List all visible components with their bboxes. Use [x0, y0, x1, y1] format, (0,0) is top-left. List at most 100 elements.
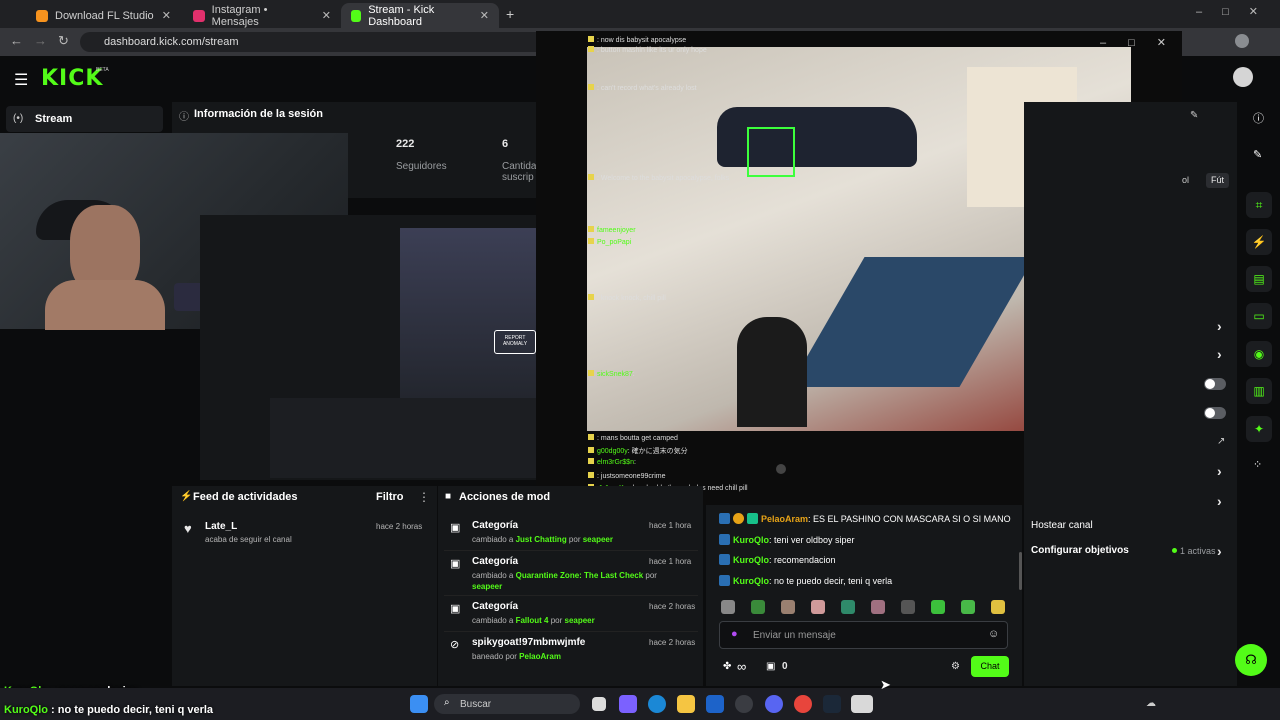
emote-icon[interactable]	[721, 600, 735, 614]
popout-icon[interactable]: ↗	[1217, 436, 1225, 447]
crop-icon[interactable]: ⌗	[1246, 192, 1272, 218]
mod-action-time: hace 2 horas	[649, 638, 696, 647]
window-controls[interactable]: –□✕	[1196, 5, 1278, 18]
mod-action-title: Categoría	[472, 520, 519, 531]
toggle-switch[interactable]	[1204, 378, 1226, 390]
emote-icon[interactable]	[781, 600, 795, 614]
mod-action-target[interactable]: Fallout 4	[516, 616, 549, 625]
wrench-icon[interactable]: ✦	[1246, 416, 1272, 442]
copilot-icon[interactable]	[619, 695, 637, 713]
filter-button[interactable]: Filtro	[376, 491, 404, 503]
mod-action-target[interactable]: Quarantine Zone: The Last Check	[516, 571, 644, 580]
sidebar-item-stream[interactable]: (•) Stream	[6, 106, 163, 132]
tab-instagram[interactable]: Instagram • Mensajes ✕	[183, 3, 341, 28]
bolt-icon[interactable]: ⚡	[1246, 229, 1272, 255]
emote-icon[interactable]	[751, 600, 765, 614]
chevron-right-icon[interactable]: ›	[1217, 346, 1222, 362]
obs-icon[interactable]	[851, 695, 873, 713]
layout-icon[interactable]: ▥	[1246, 378, 1272, 404]
settings-icon[interactable]: ⚙	[951, 661, 960, 672]
close-icon[interactable]: ✕	[480, 9, 489, 22]
chat-send-button[interactable]: Chat	[971, 656, 1009, 677]
emote-icon[interactable]	[871, 600, 885, 614]
chevron-right-icon[interactable]: ›	[1217, 543, 1222, 559]
configure-goals[interactable]: Configurar objetivos	[1031, 545, 1129, 556]
points-icon[interactable]: ✤	[723, 661, 731, 672]
mod-action-by[interactable]: seapeer	[565, 616, 595, 625]
subs-label: Cantida suscrip	[502, 161, 536, 183]
emote-icon[interactable]	[901, 600, 915, 614]
host-channel[interactable]: Hostear canal	[1031, 520, 1093, 531]
mod-action-by[interactable]: seapeer	[583, 535, 613, 544]
profile-avatar[interactable]	[1235, 34, 1249, 48]
badge-icon	[588, 370, 594, 376]
document-icon[interactable]: ▤	[1246, 266, 1272, 292]
file-explorer-icon[interactable]	[677, 695, 695, 713]
divider	[444, 595, 698, 596]
edit-icon[interactable]: ✎	[1253, 148, 1262, 161]
user-avatar[interactable]	[1233, 67, 1253, 87]
info-icon[interactable]: ⓘ	[1253, 110, 1264, 126]
discord-icon[interactable]	[765, 695, 783, 713]
new-tab-button[interactable]: +	[506, 6, 514, 22]
gift-count: 0	[782, 661, 788, 672]
kick-logo[interactable]: KICK	[41, 66, 103, 91]
chat-username[interactable]: KuroQlo	[733, 555, 769, 565]
broadcast-icon[interactable]: ◉	[1246, 341, 1272, 367]
tab-kick-dashboard[interactable]: Stream - Kick Dashboard ✕	[341, 3, 499, 28]
badge-icon	[588, 46, 594, 52]
task-view-icon[interactable]	[592, 697, 606, 711]
kick-badge-icon	[719, 533, 730, 545]
chat-input[interactable]: ● Enviar un mensaje ☺	[719, 621, 1008, 649]
more-icon[interactable]: ⋮	[418, 490, 430, 504]
steam-icon[interactable]	[823, 695, 841, 713]
close-icon[interactable]: ✕	[162, 9, 171, 22]
xbox-icon[interactable]	[735, 695, 753, 713]
taskbar-search[interactable]: ⌕ Buscar	[434, 694, 580, 714]
drag-handle-icon[interactable]: ⁘	[1253, 458, 1262, 471]
toggle-switch[interactable]	[1204, 407, 1226, 419]
emote-icon[interactable]	[931, 600, 945, 614]
menu-icon[interactable]: ☰	[14, 70, 28, 90]
edge-icon[interactable]	[648, 695, 666, 713]
emote-icon[interactable]	[811, 600, 825, 614]
chevron-right-icon[interactable]: ›	[1217, 463, 1222, 479]
reload-icon[interactable]: ↻	[58, 33, 69, 49]
beta-label: BETA	[96, 67, 109, 73]
store-icon[interactable]	[706, 695, 724, 713]
windows-start-icon[interactable]	[410, 695, 428, 713]
mod-title: Acciones de mod	[459, 491, 551, 503]
gift-icon[interactable]: ▣	[766, 661, 775, 672]
chat-username[interactable]: PelaoAram	[761, 514, 808, 524]
mod-action-by[interactable]: seapeer	[472, 582, 502, 591]
chat-username[interactable]: KuroQlo	[733, 535, 769, 545]
chevron-right-icon[interactable]: ›	[1217, 493, 1222, 509]
forward-icon[interactable]: →	[34, 33, 47, 48]
chat-username[interactable]: KuroQlo	[733, 576, 769, 586]
emote-icon[interactable]	[841, 600, 855, 614]
edit-icon[interactable]: ✎	[1190, 110, 1198, 121]
badge-icon	[588, 472, 594, 478]
mod-action-target[interactable]: PelaoAram	[519, 652, 561, 661]
emoji-icon[interactable]: ☺	[988, 628, 999, 640]
close-icon[interactable]: ✕	[322, 9, 331, 22]
tab-ol[interactable]: ol	[1182, 175, 1189, 185]
back-icon[interactable]: ←	[10, 33, 23, 48]
mod-action-target[interactable]: Just Chatting	[516, 535, 567, 544]
tab-futbol[interactable]: Fút	[1206, 173, 1229, 188]
tab-fl-studio[interactable]: Download FL Studio ✕	[26, 3, 181, 28]
category-icon: ▣	[450, 603, 461, 615]
microphone-icon[interactable]: ●	[731, 628, 738, 640]
chrome-icon[interactable]	[794, 695, 812, 713]
chat-message: KuroQlo: teni ver oldboy siper	[719, 533, 855, 545]
chat-message: PelaoAram: ES EL PASHINO CON MASCARA SI …	[719, 513, 1011, 524]
bolt-icon: ⚡	[180, 491, 193, 502]
chevron-right-icon[interactable]: ›	[1217, 318, 1222, 334]
emote-icon[interactable]	[961, 600, 975, 614]
emote-icon[interactable]	[991, 600, 1005, 614]
badge-icon	[588, 174, 594, 180]
headset-icon[interactable]: ☊	[1235, 644, 1267, 676]
chat-icon[interactable]: ▭	[1246, 303, 1272, 329]
chat-scrollbar[interactable]	[1019, 552, 1022, 590]
cloud-icon[interactable]: ☁	[1146, 698, 1156, 709]
